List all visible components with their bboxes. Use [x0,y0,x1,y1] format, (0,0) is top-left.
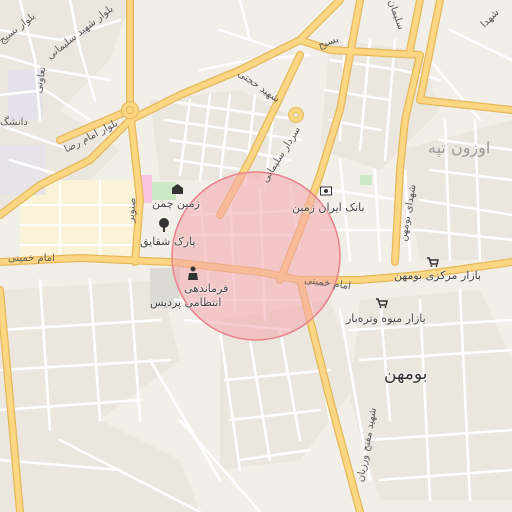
map-canvas[interactable] [0,0,512,512]
label-imam-khomeini-left: امام خمینی [8,253,55,264]
label-daneshgah: دانشگ [0,117,28,128]
label-park-shaghayegh: پارک شقایق [140,235,196,248]
label-bazar-markazi: بازار مرکزی بومهن [394,269,482,282]
label-bazar-miveh: بازار میوه وتره‌بار [346,312,426,325]
label-zamin-chaman: زمین چمن [152,197,200,210]
label-farmandehi-2: انتظامی پردیس [150,296,222,309]
label-boumehen: بومهن [384,364,428,384]
label-ozoun-tappeh: اوزون تپه [428,138,491,157]
label-farmandehi-1: فرماندهی [184,282,229,295]
label-bank-iran-zamin: بانک ایران زمین [292,201,365,214]
map-view[interactable]: بلوار شهید سلیمانی بلوار بسیج تعاونی دان… [0,0,512,512]
